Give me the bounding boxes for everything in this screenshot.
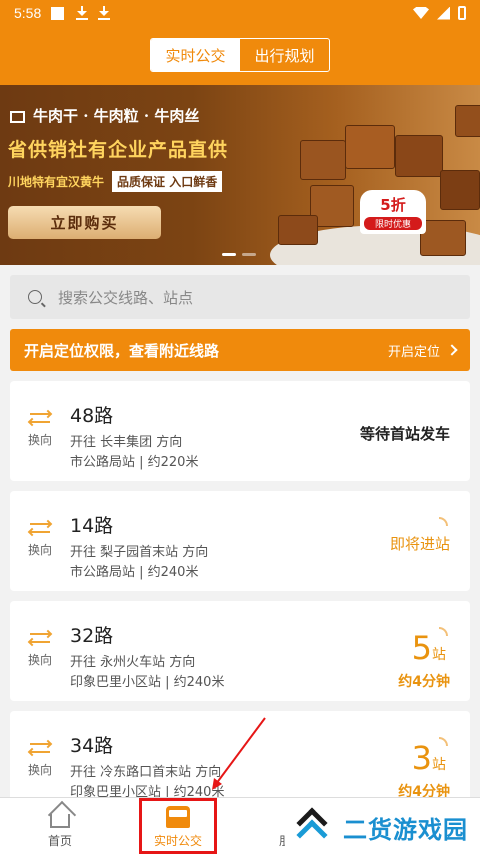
search-input[interactable]: 搜索公交线路、站点 bbox=[10, 275, 470, 319]
highlight-box bbox=[139, 798, 217, 854]
route-card[interactable]: 换向 34路 开往 冷东路口首末站 方向 印象巴里小区站 | 约240米 3站 … bbox=[10, 711, 470, 811]
route-name: 32路 bbox=[70, 625, 114, 647]
app-header: 5:58 实时公交 出行规划 bbox=[0, 0, 480, 85]
route-direction: 开往 永州火车站 方向 bbox=[70, 655, 196, 670]
route-card[interactable]: 换向 32路 开往 永州火车站 方向 印象巴里小区站 | 约240米 5站 约4… bbox=[10, 601, 470, 701]
discount-badge: 5折 限时优惠 bbox=[360, 190, 426, 234]
notification-icon bbox=[51, 6, 65, 20]
stations-away: 5站 bbox=[411, 629, 446, 667]
swap-direction-button[interactable]: 换向 bbox=[24, 739, 56, 778]
swap-arrows-icon bbox=[27, 629, 53, 647]
route-name: 48路 bbox=[70, 405, 114, 427]
banner-line1: 牛肉干 · 牛肉粒 · 牛肉丝 bbox=[10, 105, 199, 126]
route-name: 14路 bbox=[70, 515, 114, 537]
search-placeholder: 搜索公交线路、站点 bbox=[58, 288, 194, 307]
wifi-icon bbox=[413, 7, 429, 19]
search-icon bbox=[28, 290, 42, 304]
arrival-eta: 约4分钟 bbox=[398, 674, 450, 690]
signal-icon bbox=[437, 6, 450, 20]
status-bar: 5:58 bbox=[0, 0, 480, 26]
swap-arrows-icon bbox=[27, 409, 53, 427]
nearest-stop: 印象巴里小区站 | 约240米 bbox=[70, 675, 225, 690]
tab-realtime-bus[interactable]: 实时公交 bbox=[151, 39, 240, 71]
route-direction: 开往 梨子园首末站 方向 bbox=[70, 545, 209, 560]
chevron-right-icon bbox=[446, 344, 458, 356]
location-message: 开启定位权限，查看附近线路 bbox=[24, 341, 220, 360]
swap-direction-button[interactable]: 换向 bbox=[24, 629, 56, 668]
carousel-indicator bbox=[222, 253, 256, 256]
swap-direction-button[interactable]: 换向 bbox=[24, 519, 56, 558]
arrival-status: 等待首站发车 bbox=[359, 425, 450, 443]
route-direction: 开往 冷东路口首末站 方向 bbox=[70, 765, 222, 780]
promo-banner[interactable]: 牛肉干 · 牛肉粒 · 牛肉丝 省供销社有企业产品直供 川地特有宜汉黄牛 品质保… bbox=[0, 85, 480, 265]
beef-image bbox=[395, 135, 443, 177]
stations-away: 3站 bbox=[411, 739, 446, 777]
location-permission-bar[interactable]: 开启定位权限，查看附近线路 开启定位 bbox=[10, 329, 470, 371]
download-icon bbox=[76, 6, 89, 20]
download-icon bbox=[98, 6, 111, 20]
beef-image bbox=[440, 170, 480, 210]
status-time: 5:58 bbox=[14, 5, 42, 21]
beef-image bbox=[278, 215, 318, 245]
watermark-logo-icon bbox=[291, 807, 335, 851]
swap-arrows-icon bbox=[27, 519, 53, 537]
arrival-status: 即将进站 bbox=[389, 535, 450, 553]
swap-direction-button[interactable]: 换向 bbox=[24, 409, 56, 448]
buy-now-button[interactable]: 立即购买 bbox=[8, 206, 161, 239]
shirt-icon bbox=[10, 111, 25, 123]
beef-image bbox=[300, 140, 346, 180]
beef-image bbox=[420, 220, 466, 256]
nearest-stop: 市公路局站 | 约220米 bbox=[70, 455, 199, 470]
watermark-text: 二货游戏园 bbox=[343, 815, 468, 844]
mode-switch: 实时公交 出行规划 bbox=[150, 38, 330, 72]
route-name: 34路 bbox=[70, 735, 114, 757]
route-card[interactable]: 换向 14路 开往 梨子园首末站 方向 市公路局站 | 约240米 即将进站 bbox=[10, 491, 470, 591]
realtime-signal-icon bbox=[439, 517, 448, 526]
beef-image bbox=[345, 125, 395, 169]
nearest-stop: 市公路局站 | 约240米 bbox=[70, 565, 199, 580]
banner-headline: 省供销社有企业产品直供 bbox=[8, 139, 229, 161]
home-icon bbox=[50, 814, 70, 828]
tab-trip-planning[interactable]: 出行规划 bbox=[240, 39, 329, 71]
route-card[interactable]: 换向 48路 开往 长丰集团 方向 市公路局站 | 约220米 等待首站发车 bbox=[10, 381, 470, 481]
battery-icon bbox=[458, 6, 466, 20]
tab-home[interactable]: 首页 bbox=[20, 798, 100, 854]
banner-tagline: 川地特有宜汉黄牛 品质保证 入口鲜香 bbox=[8, 171, 223, 192]
enable-location-link[interactable]: 开启定位 bbox=[388, 341, 440, 360]
watermark: 二货游戏园 bbox=[285, 800, 480, 854]
swap-arrows-icon bbox=[27, 739, 53, 757]
route-direction: 开往 长丰集团 方向 bbox=[70, 435, 183, 450]
beef-image bbox=[455, 105, 480, 137]
